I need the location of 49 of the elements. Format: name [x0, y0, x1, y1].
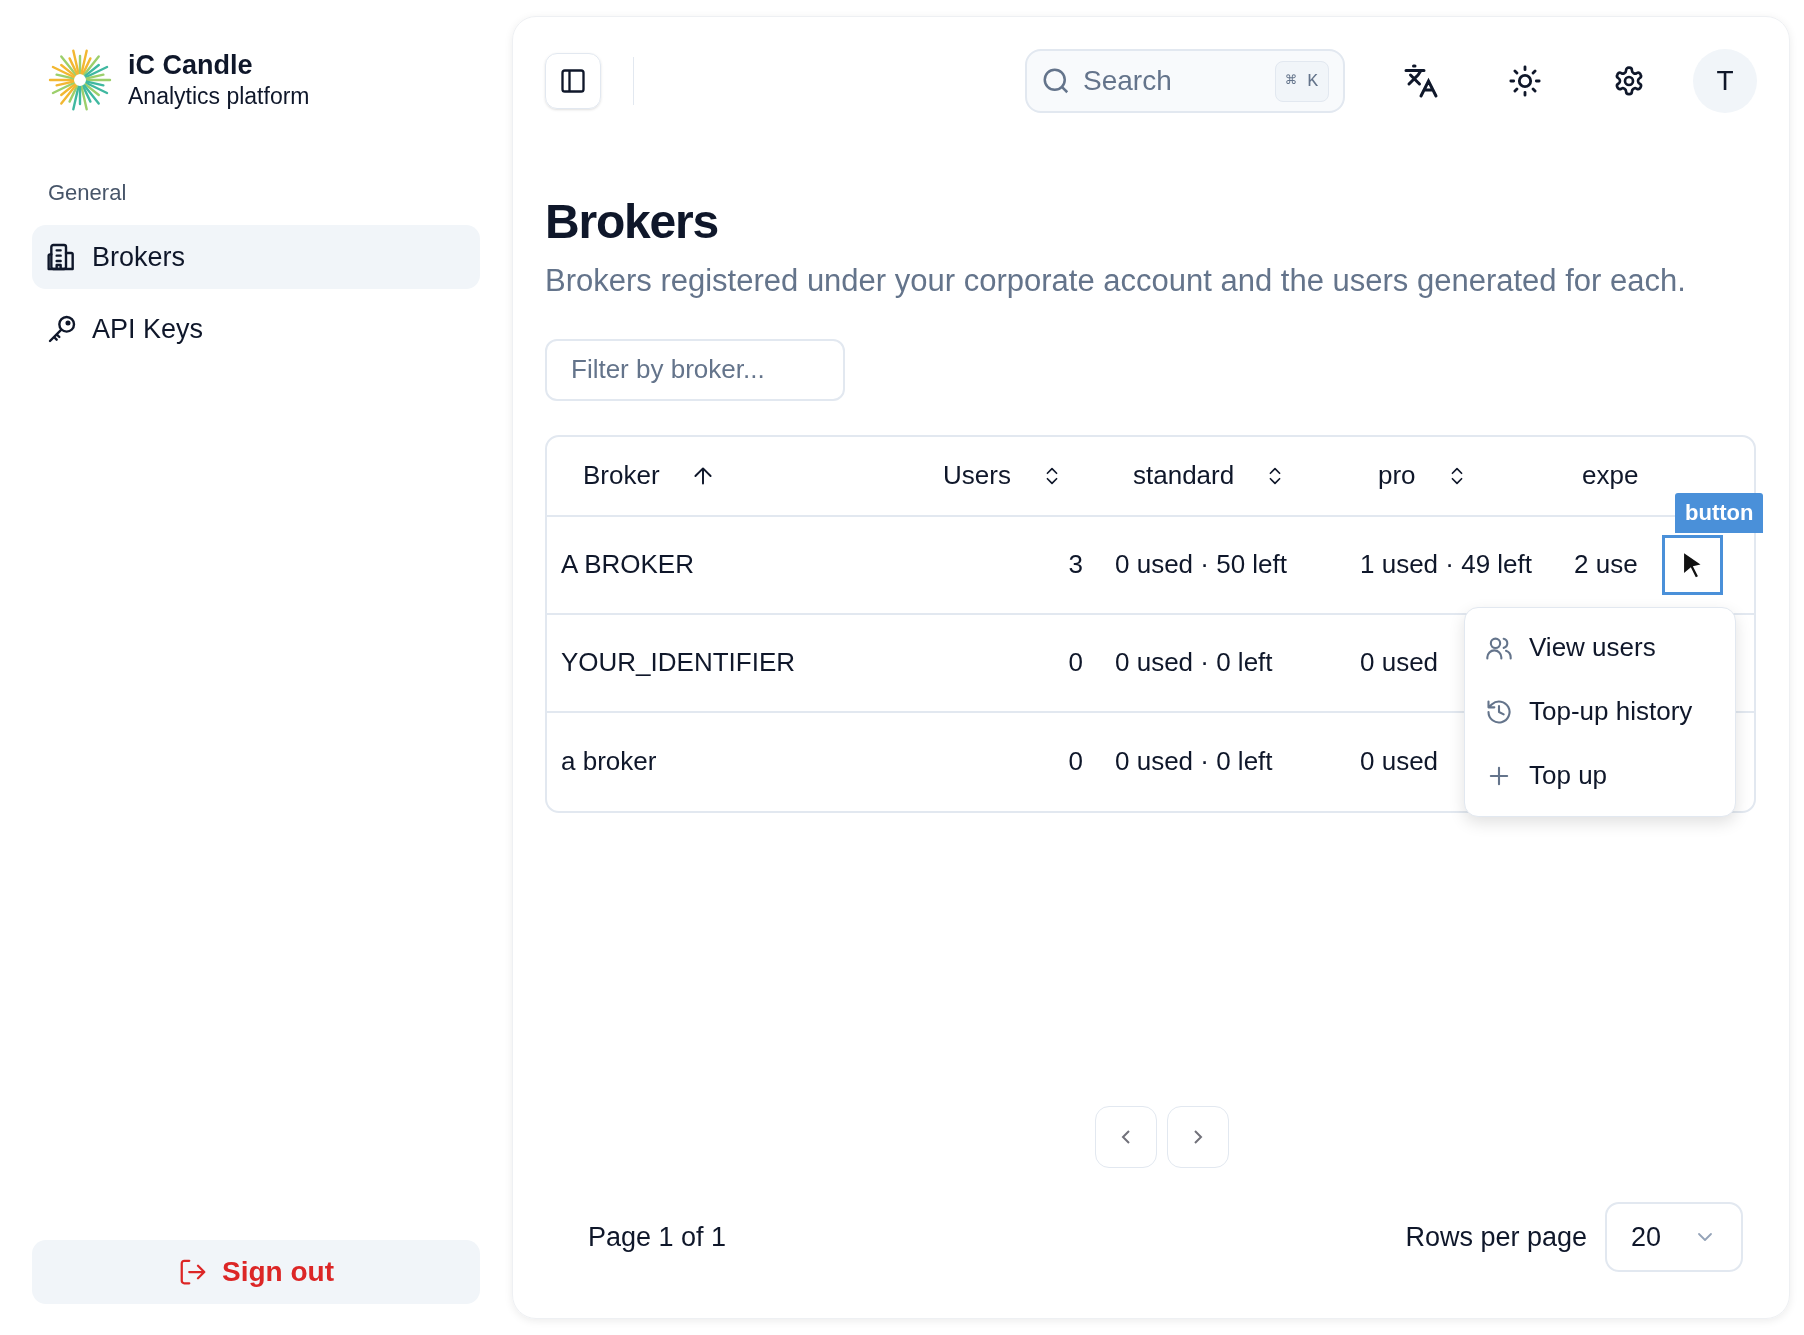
nav-item[interactable]: Brokers: [32, 225, 480, 289]
column-header: expe: [1582, 459, 1639, 492]
row-actions-button[interactable]: [1662, 534, 1723, 595]
table-cell: YOUR_IDENTIFIER: [561, 647, 796, 677]
sidebar-toggle-button[interactable]: [545, 53, 601, 109]
nav-item[interactable]: API Keys: [32, 297, 480, 361]
history-icon: [1485, 697, 1513, 726]
column-header[interactable]: Broker: [567, 447, 732, 504]
table-cell: 0: [1068, 746, 1083, 776]
page-subtitle: Brokers registered under your corporate account and the users generated for each.: [545, 262, 1687, 300]
hover-label: button: [1675, 492, 1764, 533]
column-header[interactable]: pro: [1362, 447, 1484, 504]
table-cell: 0 used: [1360, 647, 1439, 677]
menu-item[interactable]: Top-up history: [1465, 679, 1735, 744]
sidebar-icon: [559, 67, 587, 95]
brand-name: iC Candle: [128, 49, 254, 81]
sun-icon: [1508, 64, 1542, 98]
table-cell: 0 used · 0 left: [1115, 746, 1273, 776]
sign-out-icon: [178, 1257, 208, 1287]
search-icon: [1041, 66, 1071, 96]
page-title: Brokers: [545, 194, 720, 250]
table-cell: A BROKER: [561, 549, 694, 579]
brand-tagline: Analytics platform: [128, 82, 310, 111]
rows-per-page-select[interactable]: 20: [1605, 1202, 1743, 1272]
search-field[interactable]: Search ⌘ K: [1025, 49, 1345, 113]
rows-per-page-label: Rows per page: [1405, 1220, 1587, 1254]
translate-icon: [1403, 63, 1439, 99]
table-cell: 3: [1068, 549, 1083, 579]
table-cell: 0: [1068, 647, 1083, 677]
table-cell: 0 used: [1360, 746, 1439, 776]
key-icon: [46, 313, 78, 345]
page-info: Page 1 of 1: [588, 1220, 727, 1254]
user-avatar[interactable]: T: [1693, 49, 1757, 113]
column-header[interactable]: Users: [927, 447, 1079, 504]
sign-out-button[interactable]: Sign out: [32, 1240, 480, 1304]
search-input[interactable]: Search: [1083, 60, 1263, 102]
shortcut-key: ⌘ K: [1274, 60, 1329, 102]
table-cell: 2 use: [1574, 549, 1638, 579]
filter-field[interactable]: Filter by broker...: [545, 338, 845, 401]
table-cell: 1 used · 49 left: [1360, 549, 1532, 579]
sunburst-logo-icon: [48, 48, 112, 112]
column-header[interactable]: standard: [1117, 447, 1303, 504]
settings-icon: [1613, 65, 1645, 97]
table-cell: 0 used · 50 left: [1115, 549, 1287, 579]
table-cell: a broker: [561, 746, 657, 776]
nav-section-label: General: [47, 179, 128, 207]
menu-item[interactable]: Top up: [1465, 743, 1735, 808]
table-cell: 0 used · 0 left: [1115, 647, 1273, 677]
menu-item[interactable]: View users: [1465, 615, 1735, 680]
